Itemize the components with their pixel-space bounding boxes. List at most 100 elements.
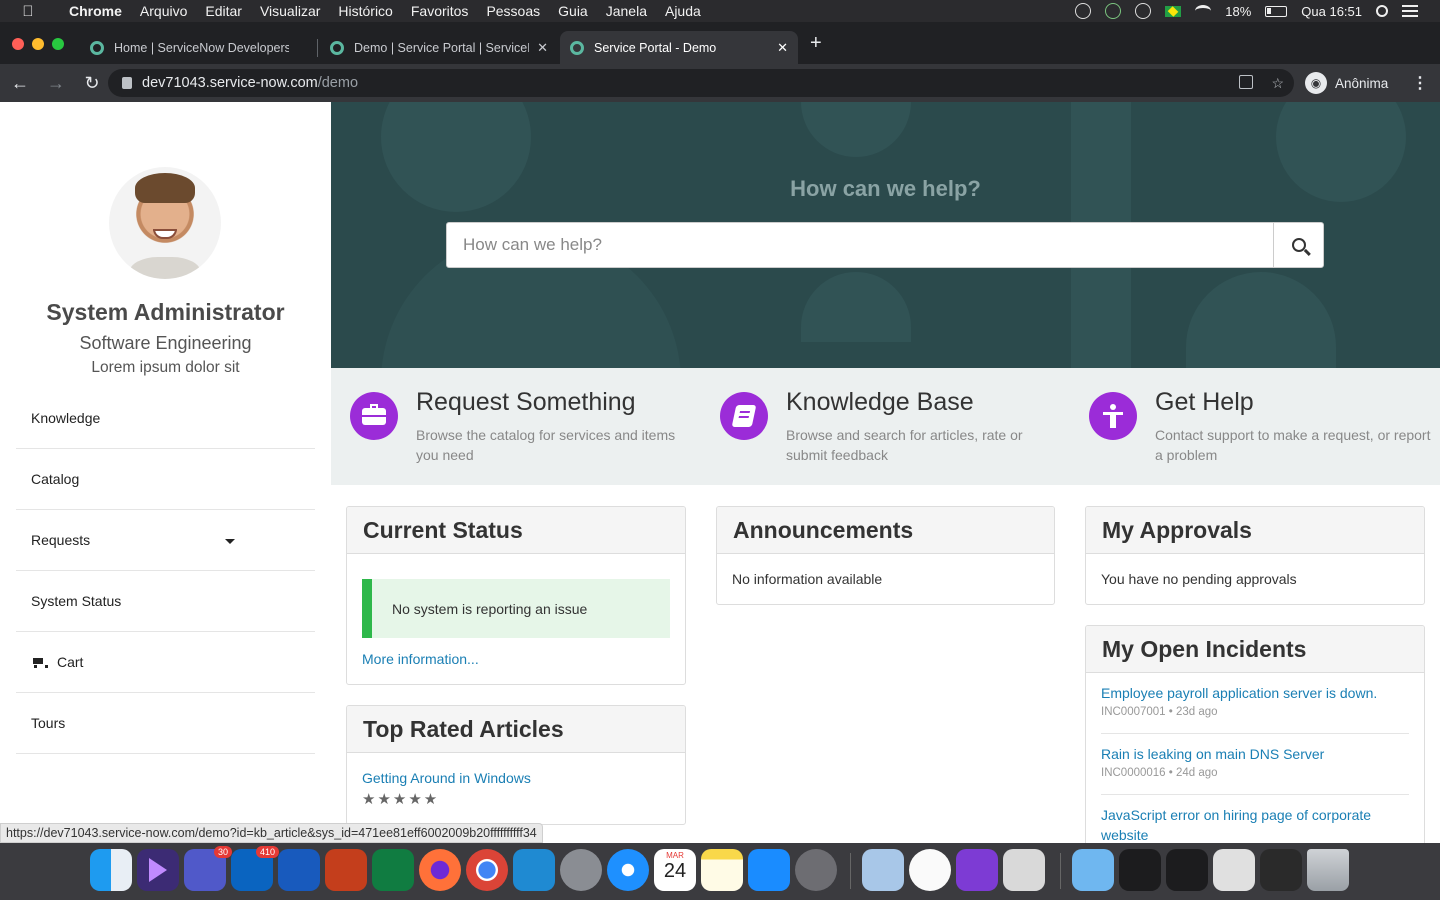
menu-pessoas[interactable]: Pessoas <box>477 0 549 22</box>
article-link[interactable]: Getting Around in Windows <box>362 770 531 786</box>
zoom-window-button[interactable] <box>52 38 64 50</box>
dollar-icon[interactable] <box>1105 3 1122 19</box>
tab-title: Home | ServiceNow Developers <box>114 40 289 55</box>
notes-icon[interactable] <box>701 849 743 891</box>
back-arrow-icon[interactable]: ← <box>4 73 36 94</box>
address-bar[interactable]: dev71043.service-now.com/demo ☆ <box>108 69 1294 97</box>
quick-desc: Contact support to make a request, or re… <box>1155 427 1431 463</box>
translate-icon[interactable] <box>1239 75 1254 89</box>
address-actions: ☆ <box>1239 75 1284 92</box>
current-status-panel: Current Status No system is reporting an… <box>346 506 686 685</box>
trash-icon[interactable] <box>1307 849 1349 891</box>
portal-sidebar: System Administrator Software Engineerin… <box>0 102 331 843</box>
sidebar-item-requests[interactable]: Requests <box>16 510 315 571</box>
panel-title: My Approvals <box>1086 507 1424 554</box>
incognito-profile-button[interactable]: ◉ Anônima <box>1305 69 1388 97</box>
window-thumbnail-icon[interactable] <box>1166 849 1208 891</box>
outlook-icon[interactable]: 410 <box>231 846 279 891</box>
sidebar-item-knowledge[interactable]: Knowledge <box>16 388 315 449</box>
outlook-badge: 410 <box>255 846 279 858</box>
mac-menubar:  Chrome Arquivo Editar Visualizar Histó… <box>0 0 1440 22</box>
new-tab-button[interactable]: + <box>810 32 822 55</box>
notification-center-icon[interactable] <box>1402 5 1418 17</box>
menu-visualizar[interactable]: Visualizar <box>251 0 329 22</box>
incident-link[interactable]: Employee payroll application server is d… <box>1101 685 1377 701</box>
menu-favoritos[interactable]: Favoritos <box>402 0 478 22</box>
finder-icon[interactable] <box>90 849 132 891</box>
launchpad-icon[interactable] <box>560 849 602 891</box>
panel-title: Announcements <box>717 507 1054 554</box>
calculator-icon[interactable] <box>1003 849 1045 891</box>
powerpoint-icon[interactable] <box>325 849 367 891</box>
tab-demo-service-portal[interactable]: Demo | Service Portal | ServiceNow ✕ <box>320 31 558 64</box>
reload-icon[interactable]: ↻ <box>76 73 108 94</box>
status-extension-icon[interactable] <box>1075 3 1092 19</box>
app-store-icon[interactable] <box>748 849 790 891</box>
sidebar-item-label: Tours <box>31 715 66 731</box>
more-information-link[interactable]: More information... <box>362 651 479 667</box>
music-icon[interactable] <box>909 849 951 891</box>
menu-editar[interactable]: Editar <box>196 0 251 22</box>
menu-arquivo[interactable]: Arquivo <box>131 0 196 22</box>
sidebar-item-label: System Status <box>31 593 122 609</box>
hero-title: How can we help? <box>790 176 981 201</box>
incident-link[interactable]: Rain is leaking on main DNS Server <box>1101 746 1324 762</box>
downloads-folder-icon[interactable] <box>1072 849 1114 891</box>
quick-title: Request Something <box>416 388 636 416</box>
github-desktop-icon[interactable] <box>956 849 998 891</box>
sidebar-item-tours[interactable]: Tours <box>16 693 315 754</box>
battery-icon[interactable] <box>1265 5 1288 17</box>
book-icon <box>720 392 768 440</box>
menubar-clock[interactable]: Qua 16:51 <box>1301 4 1362 19</box>
close-tab-icon[interactable]: ✕ <box>777 40 788 56</box>
apple-icon[interactable]:  <box>20 3 36 20</box>
sidebar-item-label: Cart <box>57 654 84 670</box>
hero-banner: How can we help? <box>331 102 1440 368</box>
close-window-button[interactable] <box>12 38 24 50</box>
minimize-window-button[interactable] <box>32 38 44 50</box>
window-thumbnail-icon[interactable] <box>1119 849 1161 891</box>
menu-guia[interactable]: Guia <box>549 0 597 22</box>
tab-separator <box>317 39 318 57</box>
menu-app-name[interactable]: Chrome <box>60 0 131 22</box>
sidebar-item-system-status[interactable]: System Status <box>16 571 315 632</box>
lock-icon[interactable] <box>122 77 132 89</box>
sidebar-item-catalog[interactable]: Catalog <box>16 449 315 510</box>
safari-icon[interactable] <box>607 849 649 891</box>
tab-servicenow-developers[interactable]: Home | ServiceNow Developers <box>80 31 312 64</box>
status-message-box: No system is reporting an issue <box>362 579 670 638</box>
bookmark-star-icon[interactable]: ☆ <box>1271 75 1284 92</box>
firefox-icon[interactable] <box>419 849 461 891</box>
caret-down-icon[interactable] <box>225 539 235 544</box>
more-menu-icon[interactable]: ⋮ <box>1412 73 1428 93</box>
servicenow-favicon <box>330 40 344 55</box>
word-icon[interactable] <box>278 849 320 891</box>
hero-decor <box>801 272 911 342</box>
search-button[interactable] <box>1273 223 1323 267</box>
streamlabs-icon[interactable] <box>137 849 179 891</box>
vscode-icon[interactable] <box>513 849 555 891</box>
spotlight-search-icon[interactable] <box>1376 5 1388 17</box>
calendar-icon[interactable]: MAR 24 <box>654 849 696 891</box>
window-thumbnail-icon[interactable] <box>1213 849 1255 891</box>
panel-title: My Open Incidents <box>1086 626 1424 673</box>
system-preferences-icon[interactable] <box>795 849 837 891</box>
preview-icon[interactable] <box>862 849 904 891</box>
wifi-icon[interactable] <box>1195 5 1212 17</box>
forward-arrow-icon[interactable]: → <box>40 73 72 94</box>
chrome-icon[interactable] <box>466 849 508 891</box>
link-status-bubble: https://dev71043.service-now.com/demo?id… <box>0 823 543 843</box>
sidebar-item-cart[interactable]: Cart <box>16 632 315 693</box>
brazil-flag-icon[interactable] <box>1165 5 1182 17</box>
window-thumbnail-icon[interactable] <box>1260 849 1302 891</box>
menu-ajuda[interactable]: Ajuda <box>656 0 710 22</box>
search-input[interactable] <box>447 223 1273 267</box>
teams-icon[interactable]: 30 <box>184 846 232 891</box>
menu-janela[interactable]: Janela <box>597 0 656 22</box>
close-tab-icon[interactable]: ✕ <box>537 40 548 56</box>
excel-icon[interactable] <box>372 849 414 891</box>
menu-historico[interactable]: Histórico <box>329 0 401 22</box>
tab-service-portal-demo[interactable]: Service Portal - Demo ✕ <box>560 31 798 64</box>
accessibility-icon[interactable] <box>1135 3 1152 19</box>
incident-link[interactable]: JavaScript error on hiring page of corpo… <box>1101 805 1409 845</box>
